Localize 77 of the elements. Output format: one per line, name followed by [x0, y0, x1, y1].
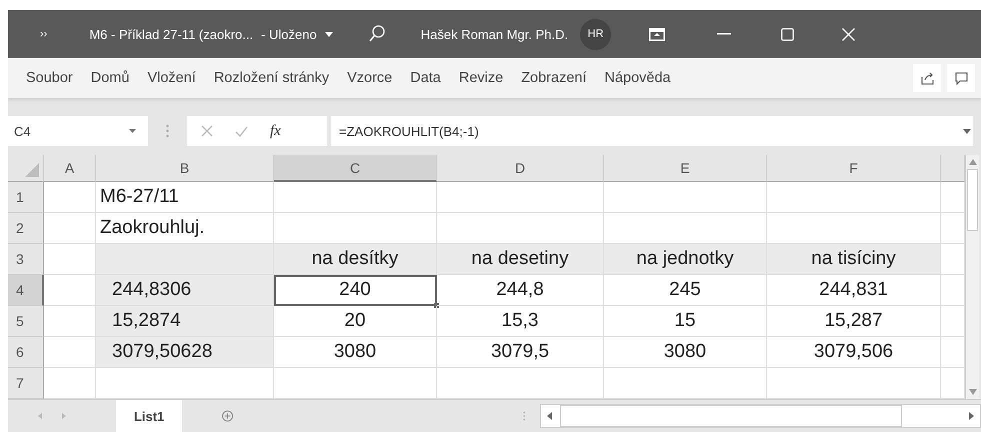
row-header[interactable]: 5	[8, 306, 44, 337]
share-button[interactable]	[913, 64, 941, 92]
column-header[interactable]: D	[437, 155, 604, 182]
table-cell: 3079,5	[437, 337, 604, 368]
row-header[interactable]: 2	[8, 213, 44, 244]
row-header[interactable]: 4	[8, 275, 44, 306]
column-header[interactable]: E	[604, 155, 767, 182]
column-header[interactable]: F	[767, 155, 941, 182]
scroll-down-icon[interactable]	[968, 389, 976, 395]
ribbon-tab[interactable]: Zobrazení	[512, 70, 596, 86]
table-cell: 245	[604, 275, 767, 306]
table-cell: 244,8	[437, 275, 604, 306]
row-header[interactable]: 7	[8, 368, 44, 399]
table-cell: 3079,506	[767, 337, 941, 368]
table-cell: M6-27/11	[96, 182, 274, 213]
search-icon[interactable]	[368, 25, 385, 43]
table-cell: 15,3	[437, 306, 604, 337]
scroll-thumb[interactable]	[560, 405, 902, 427]
checkmark-icon[interactable]	[235, 126, 248, 136]
grip-icon	[523, 410, 526, 422]
vertical-scrollbar[interactable]	[965, 155, 979, 399]
name-box[interactable]: C4	[8, 116, 148, 146]
ribbon-display-icon[interactable]	[649, 28, 666, 40]
comment-icon	[954, 72, 968, 84]
cancel-icon[interactable]	[201, 125, 213, 137]
table-cell: na jednotky	[604, 244, 767, 275]
user-avatar[interactable]: HR	[580, 18, 612, 50]
sheet-tab[interactable]: List1	[116, 400, 182, 432]
column-header[interactable]: B	[96, 155, 274, 182]
table-cell: 244,8306	[96, 275, 274, 306]
caret-icon[interactable]	[324, 32, 333, 36]
share-icon	[920, 72, 934, 84]
save-status[interactable]: - Uloženo	[261, 26, 317, 42]
table-cell: 3079,50628	[96, 337, 274, 368]
column-header[interactable]: A	[44, 155, 96, 182]
ribbon-tab[interactable]: Data	[401, 70, 450, 86]
table-cell: na desetiny	[437, 244, 604, 275]
ribbon-tab[interactable]: Nápověda	[595, 70, 680, 86]
dropdown-icon[interactable]	[129, 129, 136, 133]
table-cell: 240	[274, 275, 437, 306]
column-header[interactable]: C	[274, 155, 437, 182]
column-header[interactable]	[941, 155, 965, 182]
ribbon-tab[interactable]: Soubor	[8, 70, 82, 86]
table-cell: na tisíciny	[767, 244, 941, 275]
row-header[interactable]: 3	[8, 244, 44, 275]
scroll-left-icon[interactable]	[546, 412, 552, 420]
insert-function-button[interactable]: fx	[270, 122, 281, 140]
comments-button[interactable]	[947, 64, 975, 92]
horizontal-scrollbar[interactable]	[540, 404, 981, 428]
row-header[interactable]: 1	[8, 182, 44, 213]
row-header[interactable]: 6	[8, 337, 44, 368]
ribbon-tab[interactable]: Vzorce	[338, 70, 402, 86]
ribbon-tab[interactable]: Rozložení stránky	[204, 70, 338, 86]
scroll-right-icon[interactable]	[968, 412, 974, 420]
table-cell: na desítky	[274, 244, 437, 275]
quick-access-toolbar-toggle[interactable]: ››	[40, 28, 48, 40]
table-cell: 3080	[604, 337, 767, 368]
table-cell: 15,287	[767, 306, 941, 337]
user-name: Hašek Roman Mgr. Ph.D.	[420, 26, 568, 42]
ribbon-tab[interactable]: Domů	[82, 70, 138, 86]
formula-field[interactable]: =ZAOKROUHLIT(B4;-1)	[331, 116, 973, 146]
scroll-up-icon[interactable]	[968, 159, 976, 165]
table-cell: 244,831	[767, 275, 941, 306]
ribbon-tab[interactable]: Vložení	[138, 70, 205, 86]
minimize-icon[interactable]	[717, 33, 732, 35]
table-cell: 3080	[274, 337, 437, 368]
table-cell: 15,2874	[96, 306, 274, 337]
table-cell: 20	[274, 306, 437, 337]
table-cell: 15	[604, 306, 767, 337]
close-icon[interactable]	[842, 28, 856, 40]
scroll-thumb[interactable]	[967, 169, 978, 231]
expand-icon[interactable]	[963, 128, 971, 134]
add-sheet-icon[interactable]	[222, 409, 234, 423]
document-title: M6 - Příklad 27-11 (zaokro...	[89, 26, 254, 42]
grip-icon	[166, 124, 169, 138]
maximize-icon[interactable]	[781, 28, 794, 40]
ribbon-tab[interactable]: Revize	[450, 70, 512, 86]
